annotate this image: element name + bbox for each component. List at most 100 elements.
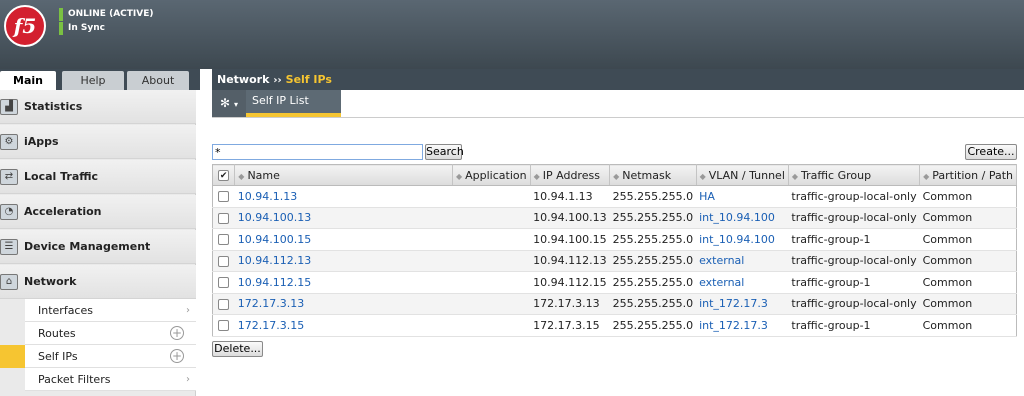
nav-device-management[interactable]: ☰ Device Management [0,230,196,264]
nav-network[interactable]: ⌂ Network [0,265,196,299]
search-button[interactable]: Search [425,144,464,160]
row-checkbox[interactable] [212,314,235,337]
self-ip-name-link[interactable]: 172.17.3.15 [234,314,453,337]
self-ip-name-link[interactable]: 10.94.100.15 [234,228,453,251]
nav-label: Device Management [24,240,151,253]
column-header-vlan-tunnel[interactable]: ◆ VLAN / Tunnel [696,164,789,186]
vlan-link[interactable]: HA [696,185,789,208]
table-row[interactable]: 10.94.1.13 10.94.1.13 255.255.255.0 HA traff… [212,185,1017,208]
table-row[interactable]: 10.94.112.13 10.94.112.13 255.255.255.0 ext… [212,250,1017,272]
column-label: IP Address [542,168,600,182]
breadcrumb-section[interactable]: Network [217,73,269,86]
create-button[interactable]: Create... [965,144,1017,160]
nav-label: Network [24,275,77,288]
subnav-routes[interactable]: Routes + [25,322,196,345]
column-header-partition-path[interactable]: ◆ Partition / Path [919,164,1017,186]
self-ip-name-link[interactable]: 10.94.1.13 [234,185,453,208]
subnav-interfaces[interactable]: Interfaces › [25,299,196,322]
table-header-row: ◆Name ◆Application ◆IP Address ◆Netmask … [212,164,1017,186]
device-management-icon: ☰ [0,239,18,255]
row-checkbox[interactable] [212,185,235,208]
column-label: Traffic Group [801,168,872,182]
table-row[interactable]: 10.94.100.13 10.94.100.13 255.255.255.0 int… [212,207,1017,229]
column-label: Netmask [622,168,672,182]
row-checkbox[interactable] [212,207,235,229]
device-status: ONLINE (ACTIVE) [59,8,153,21]
subnav-packet-filters[interactable]: Packet Filters › [25,368,196,391]
self-ip-name-link[interactable]: 10.94.112.13 [234,250,453,272]
column-header-ip-address[interactable]: ◆ IP Address [530,164,611,186]
main-tabs: Main Help About [0,69,200,90]
vlan-link[interactable]: int_172.17.3 [696,293,789,315]
checkbox-icon [218,277,230,289]
nav-label: iApps [24,135,59,148]
application-cell [452,185,531,208]
traffic-group-cell: traffic-group-local-only [788,185,920,208]
nav-local-traffic[interactable]: ⇄ Local Traffic [0,160,196,194]
column-header-application[interactable]: ◆ Application [452,164,531,186]
search-input[interactable] [212,144,423,160]
row-checkbox[interactable] [212,250,235,272]
table-row[interactable]: 10.94.112.15 10.94.112.15 255.255.255.0 ext… [212,271,1017,294]
self-ip-name-link[interactable]: 10.94.100.13 [234,207,453,229]
select-all-checkbox[interactable] [212,164,236,186]
traffic-group-cell: traffic-group-1 [788,228,920,251]
subnav-label: Self IPs [38,350,78,363]
sort-icon: ◆ [791,171,799,181]
vlan-link[interactable]: int_10.94.100 [696,228,789,251]
traffic-group-cell: traffic-group-local-only [788,250,920,272]
f5-logo[interactable]: f5 [4,5,46,47]
column-label: Application [465,168,527,182]
column-label: Name [247,168,280,182]
tab-main[interactable]: Main [0,71,56,90]
ip-address-cell: 10.94.1.13 [530,185,610,208]
netmask-cell: 255.255.255.0 [609,207,697,229]
vlan-link[interactable]: external [696,250,789,272]
vlan-link[interactable]: external [696,271,789,294]
subnav-label: Packet Filters [38,373,111,386]
table-row[interactable]: 172.17.3.13 172.17.3.13 255.255.255.0 int_1… [212,293,1017,315]
vlan-link[interactable]: int_10.94.100 [696,207,789,229]
column-header-name[interactable]: ◆ Name [234,164,453,186]
self-ip-name-link[interactable]: 10.94.112.15 [234,271,453,294]
partition-cell: Common [919,271,1017,294]
row-checkbox[interactable] [212,293,235,315]
subnav-label: Interfaces [38,304,93,317]
ip-address-cell: 10.94.100.15 [530,228,610,251]
table-row[interactable]: 172.17.3.15 172.17.3.15 255.255.255.0 int_1… [212,314,1017,337]
nav-iapps[interactable]: ⚙ iApps [0,125,196,159]
application-cell [452,271,531,294]
netmask-cell: 255.255.255.0 [609,271,697,294]
application-cell [452,228,531,251]
checkbox-icon [218,234,230,246]
nav-statistics[interactable]: ▟ Statistics [0,90,196,124]
network-icon: ⌂ [0,274,18,290]
netmask-cell: 255.255.255.0 [609,228,697,251]
add-route-icon[interactable]: + [170,326,184,340]
partition-cell: Common [919,250,1017,272]
netmask-cell: 255.255.255.0 [609,293,697,315]
self-ip-name-link[interactable]: 172.17.3.13 [234,293,453,315]
vlan-link[interactable]: int_172.17.3 [696,314,789,337]
breadcrumb: Network ›› Self IPs [212,69,1024,90]
checkbox-icon [218,298,230,310]
checkbox-icon [218,255,230,267]
column-header-netmask[interactable]: ◆ Netmask [609,164,697,186]
table-row[interactable]: 10.94.100.15 10.94.100.15 255.255.255.0 int… [212,228,1017,251]
self-ip-table: ◆Name ◆Application ◆IP Address ◆Netmask … [212,164,1017,337]
delete-button[interactable]: Delete... [212,341,263,357]
breadcrumb-separator: ›› [273,75,282,86]
add-self-ip-icon[interactable]: + [170,349,184,363]
breadcrumb-current: Self IPs [285,73,332,86]
gear-menu-button[interactable]: ✻ ▾ [212,90,246,117]
row-checkbox[interactable] [212,271,235,294]
column-header-traffic-group[interactable]: ◆ Traffic Group [788,164,921,186]
row-checkbox[interactable] [212,228,235,251]
tab-about[interactable]: About [127,71,189,90]
netmask-cell: 255.255.255.0 [609,185,697,208]
sync-status[interactable]: In Sync [59,22,105,35]
nav-acceleration[interactable]: ◔ Acceleration [0,195,196,229]
tab-self-ip-list[interactable]: Self IP List [246,90,341,117]
tab-help[interactable]: Help [62,71,124,90]
subnav-self-ips[interactable]: Self IPs + [0,345,196,368]
